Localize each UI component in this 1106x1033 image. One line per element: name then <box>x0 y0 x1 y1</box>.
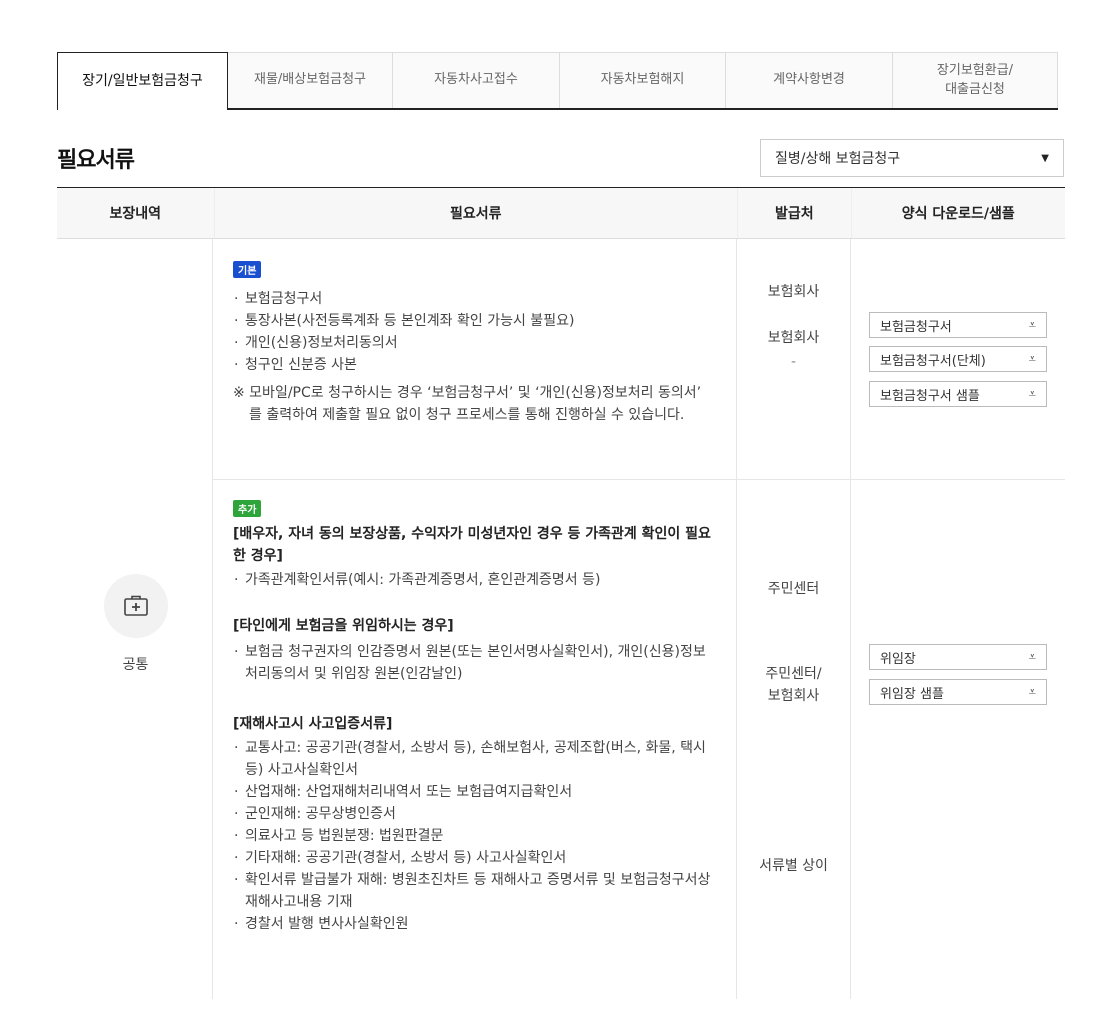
download-label: 위임장 샘플 <box>880 686 944 702</box>
download-cell: 보험금청구서 ⩡ 보험금청구서(단체) ⩡ 보험금청구서 샘플 ⩡ <box>851 239 1065 479</box>
table-body: 공통 기본 보험금청구서 통장사본(사전등록계좌 등 본인계좌 확인 가능시 불… <box>57 239 1065 999</box>
download-icon: ⩡ <box>1028 649 1036 665</box>
download-icon: ⩡ <box>1028 317 1036 333</box>
tab-bar: 장기/일반보험금청구 재물/배상보험금청구 자동차사고접수 자동차보험해지 계약… <box>57 52 1058 110</box>
tab-auto-cancel[interactable]: 자동차보험해지 <box>560 52 726 108</box>
table-row: 추가 [배우자, 자녀 동의 보장상품, 수익자가 미성년자인 경우 등 가족관… <box>213 480 1065 999</box>
page-title: 필요서류 <box>57 148 135 173</box>
issuer-cell: 보험회사 보험회사 - <box>737 239 851 479</box>
documents-cell: 기본 보험금청구서 통장사본(사전등록계좌 등 본인계좌 확인 가능시 불필요)… <box>213 239 737 479</box>
claim-type-value: 질병/상해 보험금청구 <box>775 151 901 167</box>
header-documents: 필요서류 <box>213 188 737 238</box>
basic-badge: 기본 <box>233 261 262 278</box>
list-item: 의료사고 등 법원분쟁: 법원판결문 <box>233 825 712 847</box>
tab-label: 장기/일반보험금청구 <box>82 73 203 90</box>
list-item: 보험금청구서 <box>233 288 712 310</box>
list-item: 경찰서 발행 변사사실확인원 <box>233 913 712 935</box>
download-poa-sample-button[interactable]: 위임장 샘플 ⩡ <box>869 679 1047 705</box>
tab-contract-change[interactable]: 계약사항변경 <box>726 52 893 108</box>
download-group-claim-form-button[interactable]: 보험금청구서(단체) ⩡ <box>869 346 1047 372</box>
list-item: 보험금 청구권자의 인감증명서 원본(또는 본인서명사실확인서), 개인(신용)… <box>233 641 712 685</box>
issuer-text: 주민센터 <box>767 581 820 597</box>
header-issuer: 발급처 <box>736 188 851 238</box>
medical-kit-icon <box>104 574 168 638</box>
download-label: 위임장 <box>880 651 916 667</box>
download-poa-button[interactable]: 위임장 ⩡ <box>869 644 1047 670</box>
download-icon: ⩡ <box>1028 386 1036 402</box>
mobile-note: ※ 모바일/PC로 청구하시는 경우 ‘보험금청구서’ 및 ‘개인(신용)정보처… <box>233 385 702 423</box>
issuer-text: 보험회사 <box>767 284 820 300</box>
list-item: 청구인 신분증 사본 <box>233 354 712 376</box>
group-title: [재해사고시 사고입증서류] <box>233 716 393 732</box>
caret-down-icon: ▼ <box>1041 152 1049 164</box>
download-label: 보험금청구서 <box>880 319 952 335</box>
list-item: 산업재해: 산업재해처리내역서 또는 보험급여지급확인서 <box>233 781 712 803</box>
header-download: 양식 다운로드/샘플 <box>850 188 1065 238</box>
list-item: 기타재해: 공공기관(경찰서, 소방서 등) 사고사실확인서 <box>233 847 712 869</box>
download-label: 보험금청구서(단체) <box>880 353 986 369</box>
list-item: 교통사고: 공공기관(경찰서, 소방서 등), 손해보험사, 공제조합(버스, … <box>233 737 712 781</box>
tab-label: 계약사항변경 <box>773 72 845 88</box>
issuer-text: 서류별 상이 <box>759 858 828 874</box>
issuer-text: 주민센터/ 보험회사 <box>765 666 822 704</box>
additional-badge: 추가 <box>233 500 262 517</box>
coverage-cell: 공통 <box>57 239 213 999</box>
page: 장기/일반보험금청구 재물/배상보험금청구 자동차사고접수 자동차보험해지 계약… <box>0 0 1106 1033</box>
table-row: 기본 보험금청구서 통장사본(사전등록계좌 등 본인계좌 확인 가능시 불필요)… <box>213 239 1065 480</box>
group-title: [타인에게 보험금을 위임하시는 경우] <box>233 618 454 634</box>
coverage-label: 공통 <box>122 657 149 673</box>
table-header: 보장내역 필요서류 발급처 양식 다운로드/샘플 <box>57 187 1065 239</box>
tab-label: 자동차사고접수 <box>434 72 518 88</box>
download-label: 보험금청구서 샘플 <box>880 388 980 404</box>
list-item: 가족관계확인서류(예시: 가족관계증명서, 혼인관계증명서 등) <box>233 569 712 591</box>
download-claim-form-button[interactable]: 보험금청구서 ⩡ <box>869 312 1047 338</box>
issuer-text: - <box>790 354 797 370</box>
list-item: 군인재해: 공무상병인증서 <box>233 803 712 825</box>
documents-cell: 추가 [배우자, 자녀 동의 보장상품, 수익자가 미성년자인 경우 등 가족관… <box>213 480 737 999</box>
list-item: 통장사본(사전등록계좌 등 본인계좌 확인 가능시 불필요) <box>233 310 712 332</box>
claim-type-select[interactable]: 질병/상해 보험금청구 ▼ <box>760 139 1064 177</box>
documents-table: 보장내역 필요서류 발급처 양식 다운로드/샘플 공통 기본 · 보험금청구서 … <box>57 187 1065 999</box>
tab-property-claim[interactable]: 재물/배상보험금청구 <box>228 52 393 108</box>
tab-label: 자동차보험해지 <box>600 72 685 88</box>
tab-long-term-claim[interactable]: 장기/일반보험금청구 <box>57 52 228 110</box>
download-icon: ⩡ <box>1028 351 1036 367</box>
group-title: [배우자, 자녀 동의 보장상품, 수익자가 미성년자인 경우 등 가족관계 확… <box>233 526 711 564</box>
download-icon: ⩡ <box>1028 684 1036 700</box>
tab-label: 재물/배상보험금청구 <box>253 72 367 88</box>
download-cell: 위임장 ⩡ 위임장 샘플 ⩡ <box>851 480 1065 999</box>
issuer-text: 보험회사 <box>767 330 820 346</box>
tab-refund-loan[interactable]: 장기보험환급/ 대출금신청 <box>893 52 1058 108</box>
download-claim-sample-button[interactable]: 보험금청구서 샘플 ⩡ <box>869 381 1047 407</box>
list-item: 개인(신용)정보처리동의서 <box>233 332 712 354</box>
header-coverage: 보장내역 <box>109 206 162 222</box>
tab-label: 장기보험환급/ 대출금신청 <box>936 62 1014 97</box>
list-item: 확인서류 발급불가 재해: 병원초진차트 등 재해사고 증명서류 및 보험금청구… <box>233 869 712 913</box>
tab-auto-accident[interactable]: 자동차사고접수 <box>393 52 560 108</box>
issuer-cell: 주민센터 주민센터/ 보험회사 서류별 상이 <box>737 480 851 999</box>
